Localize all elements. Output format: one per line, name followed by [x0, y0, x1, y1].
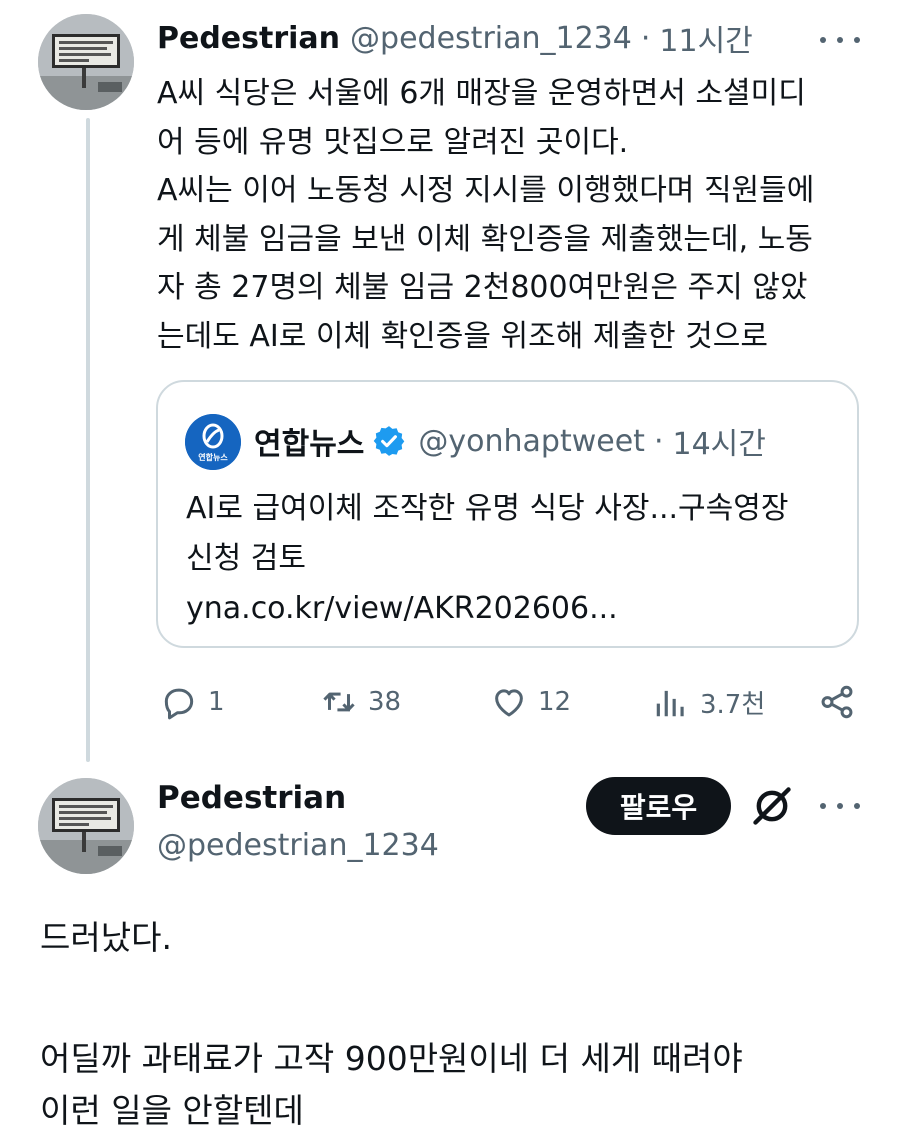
- tweet1-header: Pedestrian @pedestrian_1234 · 11시간: [157, 16, 753, 60]
- retweet-count: 38: [368, 687, 402, 717]
- quote-timestamp[interactable]: 14시간: [673, 419, 766, 463]
- reply-icon: [164, 688, 194, 720]
- author-avatar[interactable]: [38, 778, 134, 874]
- tweet-text-line: 어 등에 유명 맛집으로 알려진 곳이다.: [157, 124, 629, 160]
- tweet-text-line: A씨 식당은 서울에 6개 매장을 운영하면서 소셜미디: [157, 76, 806, 111]
- timeline: Pedestrian @pedestrian_1234 · 11시간 A씨 식당…: [0, 0, 900, 1134]
- timestamp[interactable]: 11시간: [659, 16, 752, 60]
- reply-count: 1: [208, 687, 225, 717]
- author-handle[interactable]: @pedestrian_1234: [350, 21, 632, 56]
- follow-button[interactable]: 팔로우: [586, 777, 731, 835]
- author-name[interactable]: Pedestrian: [157, 780, 346, 816]
- quote-text: AI로 급여이체 조작한 유명 식당 사장...구속영장 신청 검토 yna.c…: [186, 484, 846, 634]
- more-options-icon[interactable]: [820, 796, 860, 816]
- quote-handle[interactable]: @yonhaptweet: [418, 424, 645, 459]
- separator-dot: ·: [640, 20, 651, 56]
- like-count: 12: [538, 687, 572, 717]
- like-button[interactable]: 12: [490, 678, 571, 726]
- separator-dot: ·: [653, 423, 664, 459]
- tweet-text-line: 드러났다.: [40, 918, 172, 957]
- grok-icon[interactable]: [750, 784, 794, 828]
- billboard-avatar-image: [38, 14, 134, 110]
- tweet-text-line: A씨는 이어 노동청 시정 지시를 이행했다며 직원들에: [157, 173, 815, 208]
- tweet1-action-bar: 1 38 12 3.7천: [156, 678, 860, 726]
- quote-header: 연합뉴스 @yonhaptweet · 14시간: [254, 419, 766, 463]
- tweet2-text: 드러났다. 어딜까 과태료가 고작 900만원이네 더 세게 때려야 이런 일을…: [40, 912, 870, 1134]
- tweet-text-line: 어딜까 과태료가 고작 900만원이네 더 세게 때려야: [40, 1039, 743, 1078]
- retweet-button[interactable]: 38: [320, 678, 401, 726]
- author-avatar[interactable]: [38, 14, 134, 110]
- retweet-icon: [323, 692, 355, 712]
- yonhap-logo-icon: 연합뉴스: [185, 414, 241, 470]
- author-handle[interactable]: @pedestrian_1234: [157, 828, 439, 863]
- quote-author-name[interactable]: 연합뉴스: [254, 419, 364, 463]
- tweet-text-line: 이런 일을 안할텐데: [40, 1091, 304, 1130]
- views-bar-chart-icon: [656, 690, 684, 717]
- reply-button[interactable]: 1: [160, 678, 225, 726]
- heart-icon: [495, 689, 523, 717]
- billboard-avatar-image: [38, 778, 134, 874]
- views-button[interactable]: 3.7천: [652, 678, 765, 726]
- quote-text-line: 신청 검토: [186, 541, 306, 576]
- author-name[interactable]: Pedestrian: [157, 21, 340, 56]
- view-count: 3.7천: [700, 689, 766, 720]
- tweet-text-line: 는데도 AI로 이체 확인증을 위조해 제출한 것으로: [157, 318, 768, 354]
- quoted-tweet-card[interactable]: 연합뉴스 연합뉴스 @yonhaptweet · 14시간 AI로 급여이체 조…: [156, 380, 859, 648]
- tweet1-text: A씨 식당은 서울에 6개 매장을 운영하면서 소셜미디 어 등에 유명 맛집으…: [157, 70, 877, 361]
- share-button[interactable]: [818, 678, 856, 726]
- verified-badge-icon: [374, 426, 405, 456]
- thread-connector-line: [86, 118, 90, 762]
- quote-text-line: AI로 급여이체 조작한 유명 식당 사장...구속영장: [186, 491, 789, 526]
- share-icon: [821, 685, 853, 719]
- more-options-icon[interactable]: [820, 30, 860, 50]
- tweet-text-line: 게 체불 임금을 보낸 이체 확인증을 제출했는데, 노동: [157, 221, 813, 257]
- yonhap-logo-text: 연합뉴스: [198, 452, 228, 462]
- quote-link[interactable]: yna.co.kr/view/AKR202606...: [186, 584, 846, 634]
- tweet-text-line: 자 총 27명의 체불 임금 2천800여만원은 주지 않았: [157, 270, 808, 305]
